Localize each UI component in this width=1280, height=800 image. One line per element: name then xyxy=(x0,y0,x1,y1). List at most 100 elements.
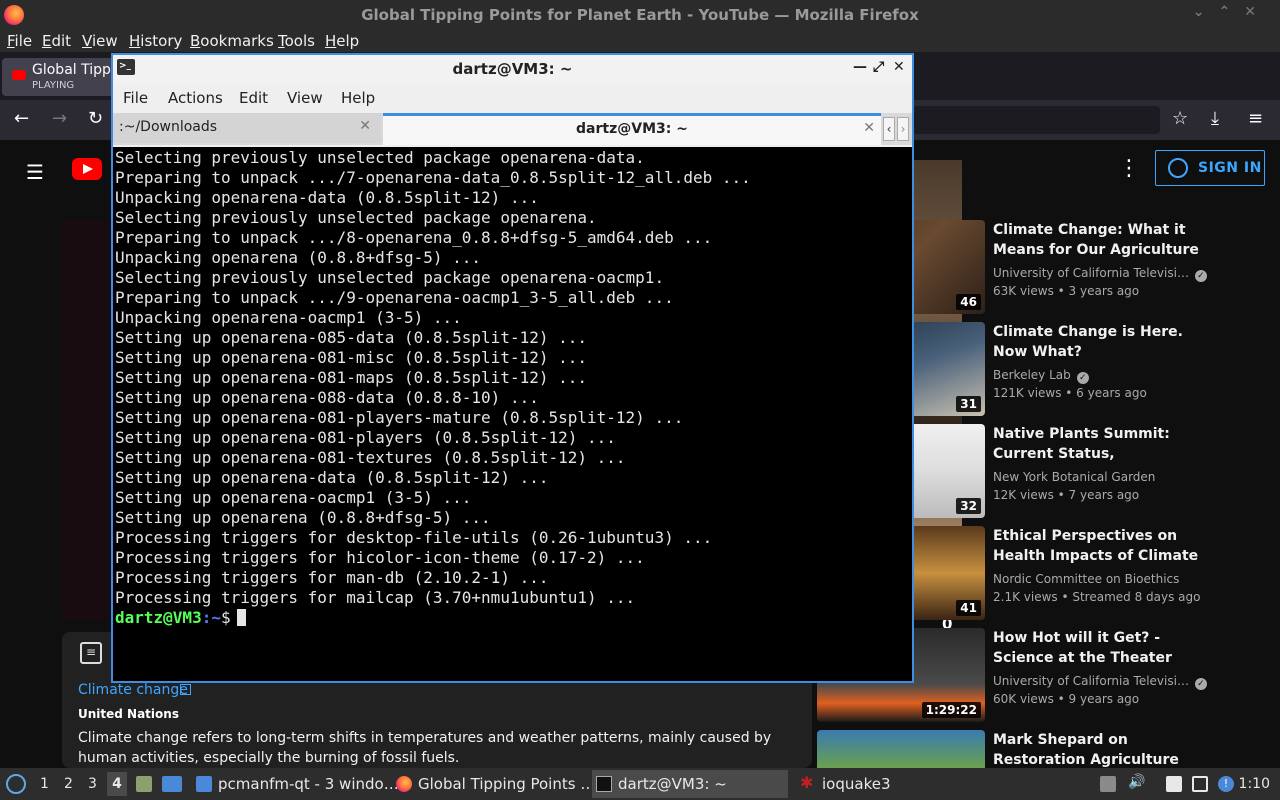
terminal-window-title: dartz@VM3: ~ xyxy=(452,60,573,78)
terminal-line: Unpacking openarena-data (0.8.5split-12)… xyxy=(115,188,539,207)
tab-scroll-left-icon[interactable]: ‹ xyxy=(883,117,895,141)
task-ioquake3[interactable]: ✱ ioquake3 xyxy=(796,770,992,798)
terminal-line: Processing triggers for desktop-file-uti… xyxy=(115,528,713,547)
terminal-prompt[interactable]: dartz@VM3:~$ xyxy=(115,608,912,628)
reload-button[interactable]: ↻ xyxy=(88,108,103,129)
menu-file[interactable]: File xyxy=(7,32,32,50)
text-cursor xyxy=(236,609,246,626)
rec-channel-name: Berkeley Lab xyxy=(993,368,1071,382)
rec-title-1[interactable]: Climate Change: What it Means for Our Ag… xyxy=(993,220,1203,260)
show-desktop-icon[interactable] xyxy=(162,776,182,792)
task-firefox[interactable]: Global Tipping Points … xyxy=(392,770,595,798)
youtube-logo-icon[interactable] xyxy=(72,158,102,180)
ioquake3-icon: ✱ xyxy=(800,773,814,792)
maximize-icon[interactable]: ⤢ xyxy=(873,59,884,75)
network-icon[interactable] xyxy=(1192,776,1208,792)
terminal-menu-help[interactable]: Help xyxy=(341,89,375,107)
firefox-menubar: File Edit View History Bookmarks Tools H… xyxy=(0,30,1280,52)
notes-icon[interactable] xyxy=(1166,776,1182,792)
task-terminal-active[interactable]: dartz@VM3: ~ xyxy=(592,770,788,798)
terminal-tab-home[interactable]: dartz@VM3: ~ ✕ xyxy=(383,113,881,145)
terminal-line: Selecting previously unselected package … xyxy=(115,148,645,167)
youtube-favicon-icon xyxy=(12,70,26,80)
rec-title-5[interactable]: How Hot will it Get? - Science at the Th… xyxy=(993,628,1203,668)
rec-thumbnail-6[interactable] xyxy=(817,730,985,768)
youtube-menu-icon[interactable]: ☰ xyxy=(26,160,46,184)
terminal-tab-downloads[interactable]: :~/Downloads ✕ xyxy=(113,113,381,143)
firefox-tab-youtube[interactable]: Global Tippi PLAYING xyxy=(2,58,114,96)
terminal-menu-actions[interactable]: Actions xyxy=(168,89,223,107)
back-button[interactable]: ← xyxy=(14,108,29,129)
rec-title-4[interactable]: Ethical Perspectives on Health Impacts o… xyxy=(993,526,1203,566)
menu-history[interactable]: History xyxy=(129,32,182,50)
rec-channel-2[interactable]: Berkeley Lab ✓ xyxy=(993,368,1089,384)
verified-icon: ✓ xyxy=(1194,678,1207,690)
task-label: pcmanfm-qt - 3 windo… xyxy=(218,775,399,793)
tab-label: dartz@VM3: ~ xyxy=(576,121,688,137)
rec-duration: 32 xyxy=(956,498,981,514)
sign-in-label: SIGN IN xyxy=(1198,160,1262,176)
menu-view[interactable]: View xyxy=(82,32,118,50)
update-notifier-icon[interactable]: ! xyxy=(1218,776,1234,792)
terminal-menu-edit[interactable]: Edit xyxy=(239,89,268,107)
tab-label: :~/Downloads xyxy=(119,119,218,135)
menu-edit[interactable]: Edit xyxy=(42,32,71,50)
rec-channel-4[interactable]: Nordic Committee on Bioethics xyxy=(993,572,1179,586)
task-pcmanfm[interactable]: pcmanfm-qt - 3 windo… xyxy=(192,770,399,798)
rec-channel-3[interactable]: New York Botanical Garden xyxy=(993,470,1155,484)
volume-icon[interactable]: 🔊 xyxy=(1128,774,1145,790)
terminal-menu-file[interactable]: File xyxy=(123,89,148,107)
tab-scroll-right-icon[interactable]: › xyxy=(897,117,909,141)
info-panel-icon: ≡ xyxy=(80,642,102,664)
rec-meta-4: 2.1K views • Streamed 8 days ago xyxy=(993,590,1201,604)
rec-duration: 31 xyxy=(956,396,981,412)
workspace-4-active[interactable]: 4 xyxy=(107,772,127,796)
menu-help[interactable]: Help xyxy=(325,32,359,50)
rec-channel-1[interactable]: University of California Televisi… ✓ xyxy=(993,266,1207,282)
downloads-button[interactable]: ⤓ xyxy=(1211,108,1219,129)
terminal-output[interactable]: Selecting previously unselected package … xyxy=(113,147,912,681)
workspace-1[interactable]: 1 xyxy=(40,776,49,792)
taskbar: 1 2 3 4 pcmanfm-qt - 3 windo… Global Tip… xyxy=(0,768,1280,800)
tab-close-icon[interactable]: ✕ xyxy=(359,118,371,134)
minimize-icon[interactable]: — xyxy=(853,59,867,75)
url-bar[interactable] xyxy=(912,106,1160,134)
terminal-line: Preparing to unpack .../8-openarena_0.8.… xyxy=(115,228,713,247)
task-label: Global Tipping Points … xyxy=(418,775,596,793)
terminal-line: Setting up openarena-data (0.8.5split-12… xyxy=(115,468,549,487)
forward-button[interactable]: → xyxy=(52,108,67,129)
sign-in-button[interactable]: SIGN IN xyxy=(1155,150,1265,186)
rec-channel-5[interactable]: University of California Televisi… ✓ xyxy=(993,674,1207,690)
more-options-icon[interactable]: ⋮ xyxy=(1118,156,1140,181)
terminal-line: Setting up openarena-oacmp1 (3-5) ... xyxy=(115,488,472,507)
terminal-line: Setting up openarena-081-maps (0.8.5spli… xyxy=(115,368,588,387)
bookmark-star-button[interactable]: ☆ xyxy=(1172,108,1188,129)
climate-change-link[interactable]: Climate change xyxy=(78,682,188,698)
rec-title-3[interactable]: Native Plants Summit: Current Status, Co… xyxy=(993,424,1203,464)
app-menu-button[interactable]: ≡ xyxy=(1248,108,1263,129)
terminal-titlebar[interactable]: >_ dartz@VM3: ~ — ⤢ ✕ xyxy=(113,55,912,83)
terminal-line: Setting up openarena-081-players-mature … xyxy=(115,408,684,427)
clipboard-icon[interactable] xyxy=(1100,776,1116,792)
workspace-2[interactable]: 2 xyxy=(64,776,73,792)
workspace-3[interactable]: 3 xyxy=(88,776,97,792)
rec-title-2[interactable]: Climate Change is Here. Now What? xyxy=(993,322,1203,362)
terminal-line: Setting up openarena-081-textures (0.8.5… xyxy=(115,448,626,467)
close-icon[interactable]: ✕ xyxy=(893,59,905,75)
folder-icon xyxy=(196,776,212,792)
terminal-menubar: File Actions Edit View Help xyxy=(113,83,912,113)
menu-tools[interactable]: Tools xyxy=(278,32,315,50)
terminal-line: Selecting previously unselected package … xyxy=(115,208,597,227)
start-menu-icon[interactable] xyxy=(6,774,26,794)
terminal-menu-view[interactable]: View xyxy=(287,89,323,107)
prompt-user: dartz@VM3 xyxy=(115,608,202,627)
external-link-icon[interactable] xyxy=(180,684,191,695)
terminal-line: Setting up openarena-081-misc (0.8.5spli… xyxy=(115,348,588,367)
file-manager-icon[interactable] xyxy=(136,776,152,792)
info-panel-org: United Nations xyxy=(78,707,179,721)
clock[interactable]: 1:10 xyxy=(1239,776,1270,792)
menu-bookmarks[interactable]: Bookmarks xyxy=(190,32,274,50)
rec-title-6[interactable]: Mark Shepard on Restoration Agriculture xyxy=(993,730,1203,768)
tab-close-icon[interactable]: ✕ xyxy=(863,120,875,136)
window-controls[interactable]: ⌄⌃✕ xyxy=(1193,4,1270,20)
